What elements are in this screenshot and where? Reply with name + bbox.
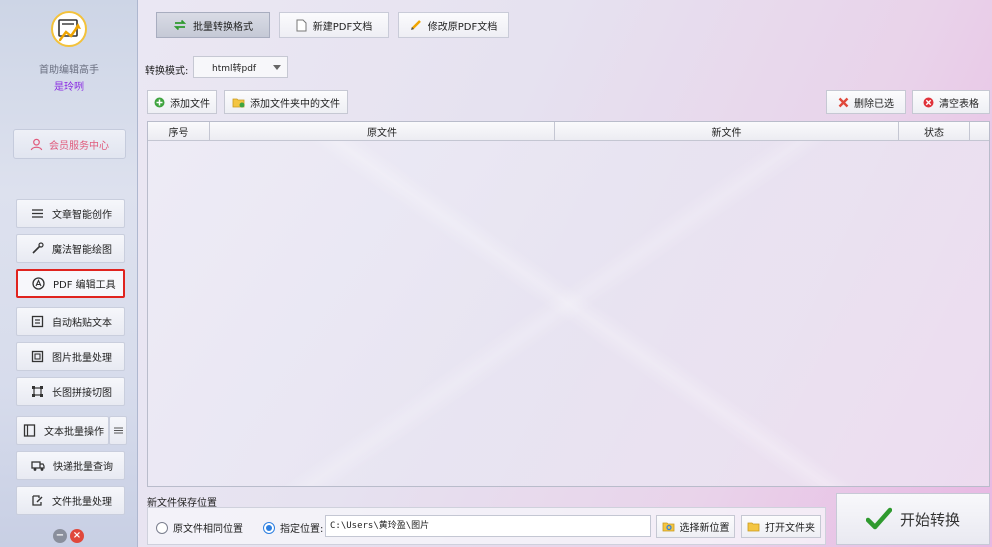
checkmark-icon	[865, 507, 892, 530]
radio-custom-location[interactable]: 指定位置:	[263, 520, 323, 535]
choose-location-label: 选择新位置	[679, 523, 730, 534]
app-logo-icon	[50, 10, 88, 48]
add-circle-icon	[154, 97, 165, 107]
user-icon	[30, 138, 43, 150]
magic-wand-icon	[32, 242, 44, 254]
paste-icon	[31, 315, 44, 328]
truck-icon	[31, 461, 45, 471]
add-file-button[interactable]: 添加文件	[147, 90, 217, 114]
file-table[interactable]: 序号 原文件 新文件 状态	[147, 121, 990, 487]
blank-document-icon	[296, 19, 307, 31]
sidebar-item-label: 魔法智能绘图	[52, 245, 112, 256]
sidebar-item-label: 文本批量操作	[44, 427, 104, 438]
column-header-status[interactable]: 状态	[899, 122, 970, 141]
sidebar-item-long-image[interactable]: 长图拼接切图	[16, 377, 125, 406]
column-header-source[interactable]: 原文件	[210, 122, 555, 141]
text-batch-menu-button[interactable]	[109, 416, 127, 445]
open-folder-label: 打开文件夹	[765, 523, 815, 534]
sidebar-item-label: 图片批量处理	[52, 353, 112, 364]
member-service-button[interactable]: 会员服务中心	[13, 129, 126, 159]
delete-selected-button[interactable]: 删除已选	[826, 90, 906, 114]
sidebar-item-label: PDF 编辑工具	[53, 280, 116, 291]
close-icon[interactable]: ×	[70, 529, 84, 543]
window-controls: − ×	[53, 529, 84, 543]
document-icon	[23, 424, 36, 437]
radio-custom-label: 指定位置:	[280, 524, 324, 535]
sidebar-item-pdf-tools[interactable]: PDF 编辑工具	[16, 269, 125, 298]
menu-icon	[113, 427, 123, 434]
column-header-target[interactable]: 新文件	[555, 122, 899, 141]
tab-label: 批量转换格式	[193, 21, 253, 33]
tab-batch-convert[interactable]: 批量转换格式	[156, 12, 270, 38]
folder-add-icon	[232, 98, 245, 107]
crop-icon	[32, 386, 43, 397]
folder-search-icon	[662, 522, 674, 532]
chevron-down-icon	[273, 65, 281, 70]
radio-same-location[interactable]: 原文件相同位置	[156, 520, 243, 535]
convert-mode-select[interactable]: html转pdf	[193, 56, 288, 78]
sidebar-item-express[interactable]: 快递批量查询	[16, 451, 125, 480]
radio-button-selected[interactable]	[263, 521, 275, 534]
tab-label: 修改原PDF文档	[427, 21, 498, 33]
image-icon	[31, 350, 44, 363]
folder-open-icon	[747, 522, 760, 532]
sidebar-item-text-batch[interactable]: 文本批量操作	[16, 416, 109, 445]
sidebar-item-label: 文章智能创作	[52, 210, 112, 221]
sidebar: 首助编辑高手 是玲咧 会员服务中心 文章智能创作 魔法智能绘图 PDF 编辑工具	[0, 0, 138, 547]
radio-button[interactable]	[156, 521, 168, 534]
clear-circle-icon	[923, 97, 934, 107]
tab-label: 新建PDF文档	[312, 21, 373, 33]
add-folder-label: 添加文件夹中的文件	[250, 98, 340, 110]
sidebar-item-file-batch[interactable]: 文件批量处理	[16, 486, 125, 515]
tab-modify-pdf[interactable]: 修改原PDF文档	[398, 12, 509, 38]
table-header: 序号 原文件 新文件 状态	[148, 122, 989, 141]
delete-selected-label: 删除已选	[854, 98, 894, 110]
sidebar-item-label: 文件批量处理	[52, 497, 112, 508]
pencil-icon	[410, 20, 421, 30]
minimize-icon[interactable]: −	[53, 529, 67, 543]
app-name: 首助编辑高手	[39, 65, 99, 76]
pdf-icon	[32, 277, 45, 290]
choose-location-button[interactable]: 选择新位置	[656, 515, 735, 538]
radio-same-label: 原文件相同位置	[173, 524, 243, 535]
tab-new-pdf[interactable]: 新建PDF文档	[279, 12, 389, 38]
column-header-index[interactable]: 序号	[148, 122, 210, 141]
list-icon	[32, 209, 43, 218]
sidebar-item-label: 自动粘贴文本	[52, 318, 112, 329]
save-path-input[interactable]: C:\Users\黄玲盈\图片	[325, 515, 651, 537]
clear-table-label: 清空表格	[939, 98, 979, 110]
open-folder-button[interactable]: 打开文件夹	[741, 515, 821, 538]
column-header-spacer	[970, 122, 989, 141]
convert-icon	[173, 19, 187, 31]
file-edit-icon	[32, 495, 43, 506]
sidebar-item-drawing[interactable]: 魔法智能绘图	[16, 234, 125, 263]
add-folder-button[interactable]: 添加文件夹中的文件	[224, 90, 348, 114]
sidebar-item-label: 快递批量查询	[53, 462, 113, 473]
user-name[interactable]: 是玲咧	[0, 78, 138, 93]
sidebar-item-auto-paste[interactable]: 自动粘贴文本	[16, 307, 125, 336]
convert-mode-label: 转换模式:	[145, 66, 189, 77]
delete-x-icon	[838, 97, 849, 107]
sidebar-item-label: 长图拼接切图	[52, 388, 112, 399]
convert-mode-value: html转pdf	[212, 63, 257, 74]
sidebar-item-article[interactable]: 文章智能创作	[16, 199, 125, 228]
clear-table-button[interactable]: 清空表格	[912, 90, 990, 114]
member-service-label: 会员服务中心	[49, 140, 109, 152]
sidebar-item-image-batch[interactable]: 图片批量处理	[16, 342, 125, 371]
add-file-label: 添加文件	[170, 98, 210, 110]
start-convert-label: 开始转换	[899, 510, 960, 529]
start-convert-button[interactable]: 开始转换	[836, 493, 990, 545]
